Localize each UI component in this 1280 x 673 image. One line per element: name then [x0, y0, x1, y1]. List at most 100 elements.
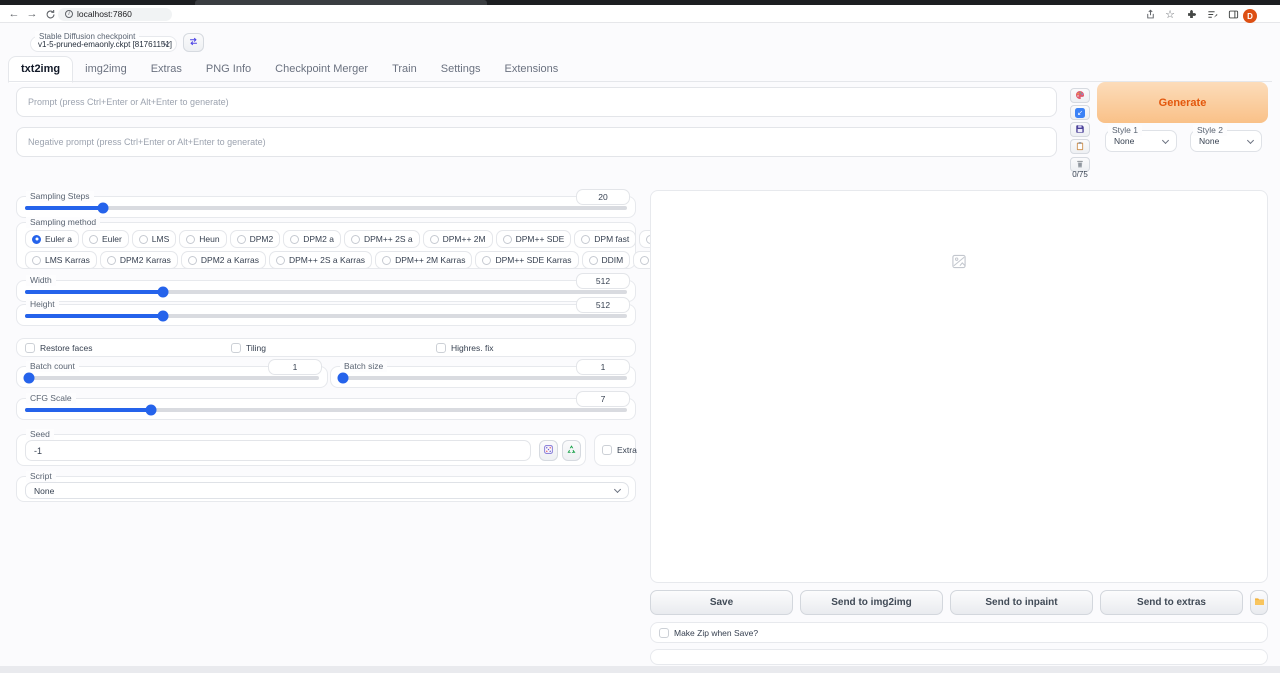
- sampler-option-dpm-2s-a-karras[interactable]: DPM++ 2S a Karras: [269, 251, 372, 269]
- sampler-option-dpm2-a[interactable]: DPM2 a: [283, 230, 341, 248]
- checkpoint-select[interactable]: Stable Diffusion checkpoint v1-5-pruned-…: [30, 36, 177, 52]
- bookmark-star-icon[interactable]: ☆: [1163, 8, 1177, 20]
- style1-label: Style 1: [1108, 125, 1142, 136]
- sampler-option-dpm-sde-karras[interactable]: DPM++ SDE Karras: [475, 251, 578, 269]
- sampling-steps-label: Sampling Steps: [26, 191, 94, 202]
- style1-select[interactable]: Style 1 None: [1105, 130, 1177, 152]
- sampler-option-heun[interactable]: Heun: [179, 230, 226, 248]
- checkbox-icon: [231, 343, 241, 353]
- sampler-option-lms-karras[interactable]: LMS Karras: [25, 251, 97, 269]
- forward-icon[interactable]: →: [24, 5, 40, 23]
- sampler-option-dpm-2m[interactable]: DPM++ 2M: [423, 230, 493, 248]
- roll-artist-button[interactable]: [1070, 88, 1090, 103]
- generation-info-box: [650, 649, 1268, 665]
- batch-count-value[interactable]: 1: [268, 359, 322, 375]
- save-button[interactable]: Save: [650, 590, 793, 615]
- sampling-steps-value[interactable]: 20: [576, 189, 630, 205]
- style2-label: Style 2: [1193, 125, 1227, 136]
- tab-txt2img[interactable]: txt2img: [8, 56, 73, 83]
- paste-generation-params-button[interactable]: ↙: [1070, 105, 1090, 120]
- height-slider[interactable]: [25, 314, 627, 318]
- sampler-option-euler-a[interactable]: Euler a: [25, 230, 79, 248]
- dice-icon: [543, 442, 554, 460]
- sampler-option-label: DPM++ 2M Karras: [395, 255, 465, 265]
- sampler-option-label: DPM++ SDE Karras: [495, 255, 571, 265]
- radio-icon: [351, 235, 360, 244]
- sampling-steps-slider[interactable]: [25, 206, 627, 210]
- tab-extensions[interactable]: Extensions: [492, 57, 570, 82]
- random-seed-button[interactable]: [539, 440, 558, 461]
- side-panel-icon[interactable]: [1226, 8, 1240, 20]
- negative-prompt-input[interactable]: [16, 127, 1057, 157]
- cfg-scale-value[interactable]: 7: [576, 391, 630, 407]
- sampler-option-dpm-fast[interactable]: DPM fast: [574, 230, 636, 248]
- sampler-option-dpm2[interactable]: DPM2: [230, 230, 281, 248]
- refresh-page-icon[interactable]: [43, 8, 57, 20]
- tab-train[interactable]: Train: [380, 57, 429, 82]
- sampler-option-euler[interactable]: Euler: [82, 230, 129, 248]
- sampler-option-label: DPM++ SDE: [516, 234, 565, 244]
- sampling-method-group: Sampling method Euler aEulerLMSHeunDPM2D…: [16, 222, 636, 269]
- make-zip-checkbox[interactable]: Make Zip when Save?: [659, 628, 758, 638]
- batch-size-value[interactable]: 1: [576, 359, 630, 375]
- tab-checkpoint-merger[interactable]: Checkpoint Merger: [263, 57, 380, 82]
- recycle-icon: [566, 442, 577, 460]
- generate-button[interactable]: Generate: [1097, 82, 1268, 123]
- restore-faces-label: Restore faces: [40, 343, 92, 353]
- save-style-button[interactable]: [1070, 122, 1090, 137]
- style2-select[interactable]: Style 2 None: [1190, 130, 1262, 152]
- restore-faces-checkbox[interactable]: Restore faces: [25, 343, 92, 353]
- sampler-option-ddim[interactable]: DDIM: [582, 251, 631, 269]
- sampler-option-dpm-2s-a[interactable]: DPM++ 2S a: [344, 230, 420, 248]
- broken-image-icon: [952, 254, 967, 274]
- batch-size-slider[interactable]: [339, 376, 627, 380]
- sampler-option-dpm-sde[interactable]: DPM++ SDE: [496, 230, 572, 248]
- send-to-img2img-button[interactable]: Send to img2img: [800, 590, 943, 615]
- seed-group: Seed: [16, 434, 586, 466]
- script-select[interactable]: None: [25, 482, 629, 499]
- reuse-seed-button[interactable]: [562, 440, 581, 461]
- sampler-option-dpm2-a-karras[interactable]: DPM2 a Karras: [181, 251, 266, 269]
- send-to-inpaint-button[interactable]: Send to inpaint: [950, 590, 1093, 615]
- site-info-icon[interactable]: i: [65, 10, 73, 18]
- reading-list-icon[interactable]: [1205, 8, 1219, 20]
- tiling-checkbox[interactable]: Tiling: [231, 343, 266, 353]
- checkbox-icon: [25, 343, 35, 353]
- tab-extras[interactable]: Extras: [139, 57, 194, 82]
- style1-value: None: [1114, 136, 1134, 146]
- tab-img2img[interactable]: img2img: [73, 57, 139, 82]
- highres-fix-checkbox[interactable]: Highres. fix: [436, 343, 494, 353]
- width-value[interactable]: 512: [576, 273, 630, 289]
- sampler-option-dpm-2m-karras[interactable]: DPM++ 2M Karras: [375, 251, 472, 269]
- apply-style-button[interactable]: [1070, 139, 1090, 154]
- back-icon[interactable]: ←: [6, 5, 22, 23]
- prompt-input[interactable]: [16, 87, 1057, 117]
- height-value[interactable]: 512: [576, 297, 630, 313]
- width-slider[interactable]: [25, 290, 627, 294]
- batch-count-slider[interactable]: [25, 376, 319, 380]
- extra-checkbox[interactable]: Extra: [602, 445, 637, 455]
- seed-label: Seed: [26, 429, 54, 440]
- cfg-scale-slider[interactable]: [25, 408, 627, 412]
- seed-input[interactable]: [25, 440, 531, 461]
- palette-icon: [1075, 87, 1085, 105]
- refresh-checkpoints-button[interactable]: [183, 33, 204, 52]
- sampler-option-label: DPM2 a Karras: [201, 255, 259, 265]
- send-to-extras-button[interactable]: Send to extras: [1100, 590, 1243, 615]
- radio-icon: [276, 256, 285, 265]
- sampler-option-dpm2-karras[interactable]: DPM2 Karras: [100, 251, 178, 269]
- sampler-option-label: DDIM: [602, 255, 624, 265]
- sampler-option-label: DPM2 Karras: [120, 255, 171, 265]
- extensions-puzzle-icon[interactable]: [1184, 8, 1198, 20]
- tab-settings[interactable]: Settings: [429, 57, 493, 82]
- radio-icon: [430, 235, 439, 244]
- tab-png-info[interactable]: PNG Info: [194, 57, 263, 82]
- radio-icon: [237, 235, 246, 244]
- radio-icon: [139, 235, 148, 244]
- sampler-option-lms[interactable]: LMS: [132, 230, 176, 248]
- chevron-down-icon: [614, 486, 621, 493]
- profile-avatar[interactable]: D: [1243, 9, 1257, 23]
- share-icon[interactable]: [1143, 8, 1157, 20]
- address-bar[interactable]: i localhost:7860: [58, 8, 172, 21]
- open-output-folder-button[interactable]: [1250, 590, 1268, 615]
